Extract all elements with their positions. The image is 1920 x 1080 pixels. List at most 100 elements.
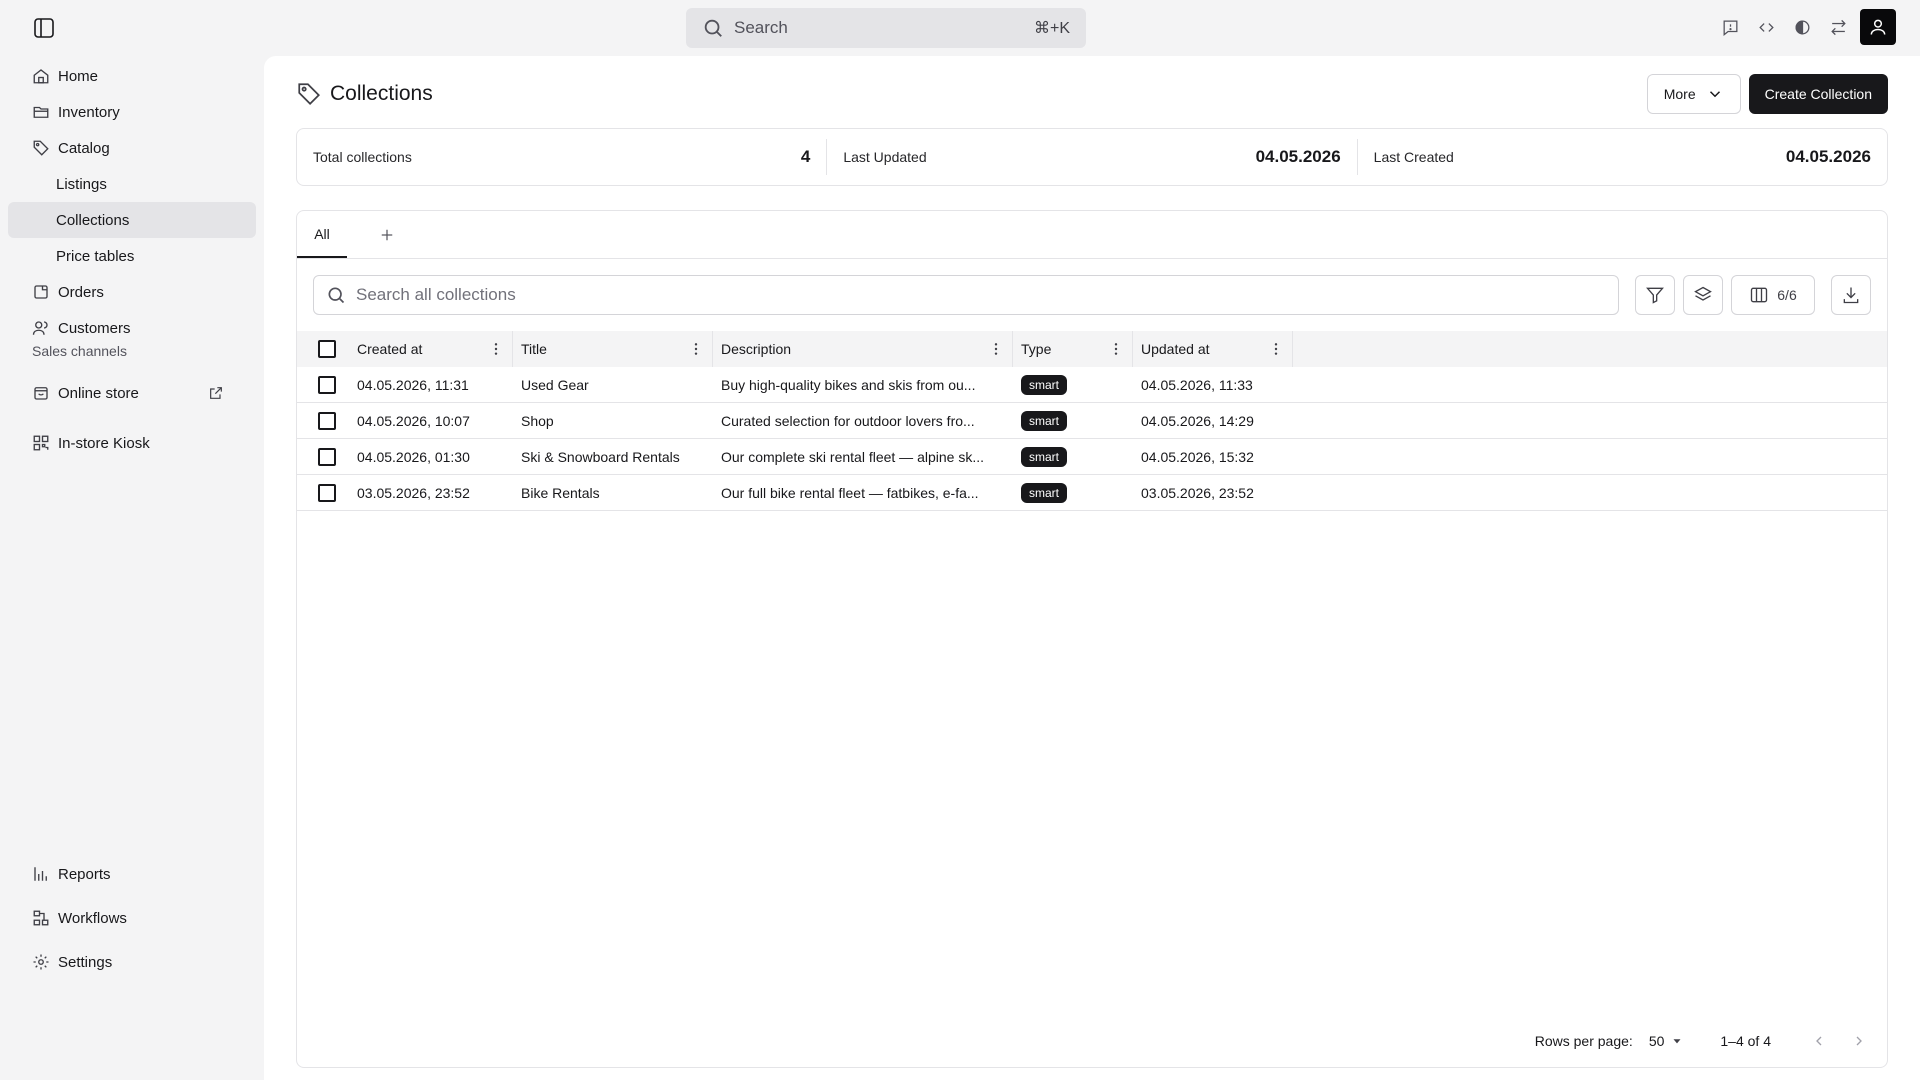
table-row[interactable]: 04.05.2026, 01:30 Ski & Snowboard Rental… xyxy=(297,439,1887,475)
select-all-checkbox[interactable] xyxy=(318,340,336,358)
sidebar-item-label: Catalog xyxy=(58,139,110,157)
stat-label: Last Updated xyxy=(843,149,927,165)
pagination: Rows per page: 50 1–4 of 4 xyxy=(1535,1029,1871,1053)
user-icon xyxy=(1870,19,1886,35)
stat-last-created: Last Created 04.05.2026 xyxy=(1358,139,1887,175)
sidebar-item-label: Reports xyxy=(58,865,111,883)
stat-total-collections: Total collections 4 xyxy=(297,139,828,175)
rows-per-page-select[interactable]: 50 xyxy=(1649,1033,1685,1049)
chevron-left-icon xyxy=(1816,1036,1822,1046)
column-header-updated-at[interactable]: Updated at xyxy=(1133,331,1293,367)
more-button[interactable]: More xyxy=(1646,74,1741,114)
sidebar-item-home[interactable]: Home xyxy=(8,58,256,94)
row-checkbox[interactable] xyxy=(318,483,336,502)
row-checkbox-cell xyxy=(297,475,353,510)
add-view-button[interactable] xyxy=(363,211,411,258)
column-header-description[interactable]: Description xyxy=(713,331,1013,367)
collections-table-card: All Search all collections 6/6 Created a… xyxy=(296,210,1888,1068)
sidebar-item-label: Customers xyxy=(58,319,131,337)
sidebar-item-listings[interactable]: Listings xyxy=(8,166,256,202)
sidebar-item-label: Inventory xyxy=(58,103,120,121)
global-search-input[interactable]: Search ⌘+K xyxy=(686,8,1086,48)
sales-channels-heading: Sales channels xyxy=(32,343,127,359)
stat-value: 04.05.2026 xyxy=(1785,147,1871,166)
sidebar-item-customers[interactable]: Customers xyxy=(8,310,256,346)
feedback-icon[interactable] xyxy=(1712,9,1748,45)
user-avatar[interactable] xyxy=(1860,9,1896,45)
gear-icon xyxy=(32,953,50,971)
column-label: Updated at xyxy=(1141,341,1210,357)
export-button[interactable] xyxy=(1831,275,1871,315)
view-tabs: All xyxy=(297,211,1887,259)
external-link-icon[interactable] xyxy=(208,385,224,401)
stat-value: 4 xyxy=(800,147,811,166)
sidebar-item-label: Home xyxy=(58,67,99,85)
row-checkbox[interactable] xyxy=(318,411,336,430)
group-button[interactable] xyxy=(1683,275,1723,315)
cell-updated-at: 03.05.2026, 23:52 xyxy=(1141,484,1254,501)
row-checkbox-cell xyxy=(297,439,353,474)
cell-updated-at: 04.05.2026, 11:33 xyxy=(1141,376,1253,393)
column-header-created-at[interactable]: Created at xyxy=(353,331,513,367)
table-row[interactable]: 03.05.2026, 23:52 Bike Rentals Our full … xyxy=(297,475,1887,511)
chevron-down-icon xyxy=(1709,91,1720,98)
stat-label: Total collections xyxy=(313,149,412,165)
tab-all[interactable]: All xyxy=(297,211,347,258)
page-header: Collections More Create Collection xyxy=(296,74,1888,114)
sidebar-item-price-tables[interactable]: Price tables xyxy=(8,238,256,274)
type-badge: smart xyxy=(1021,374,1067,395)
column-header-title[interactable]: Title xyxy=(513,331,713,367)
row-checkbox-cell xyxy=(297,367,353,402)
switch-icon[interactable] xyxy=(1820,9,1856,45)
row-checkbox[interactable] xyxy=(318,447,336,466)
sidebar-item-online-store[interactable]: Online store xyxy=(8,375,256,411)
more-vertical-icon xyxy=(1114,343,1118,355)
sidebar-item-settings[interactable]: Settings xyxy=(8,944,256,980)
description-text: Our full bike rental fleet — fatbikes, e… xyxy=(721,484,979,501)
type-badge: smart xyxy=(1021,446,1067,467)
description-text: Our complete ski rental fleet — alpine s… xyxy=(721,448,984,465)
more-vertical-icon xyxy=(694,343,698,355)
stat-last-updated: Last Updated 04.05.2026 xyxy=(827,139,1358,175)
table-header: Created at Title Description Type Update… xyxy=(297,331,1887,367)
filter-icon xyxy=(1646,287,1664,304)
search-icon xyxy=(702,17,724,39)
description-text: Curated selection for outdoor lovers fro… xyxy=(721,412,975,429)
sidebar-toggle-icon[interactable] xyxy=(32,16,56,40)
chart-icon xyxy=(32,865,50,883)
sidebar-item-reports[interactable]: Reports xyxy=(8,856,256,892)
column-header-type[interactable]: Type xyxy=(1013,331,1133,367)
previous-page-button[interactable] xyxy=(1807,1029,1831,1053)
sidebar-item-catalog[interactable]: Catalog xyxy=(8,130,256,166)
theme-icon[interactable] xyxy=(1784,9,1820,45)
table-row[interactable]: 04.05.2026, 10:07 Shop Curated selection… xyxy=(297,403,1887,439)
column-label: Created at xyxy=(357,341,423,357)
cell-updated-at: 04.05.2026, 14:29 xyxy=(1141,412,1254,429)
sidebar-item-in-store-kiosk[interactable]: In-store Kiosk xyxy=(8,425,256,461)
cell-title: Used Gear xyxy=(521,376,589,393)
cell-type: smart xyxy=(1013,475,1133,510)
filter-button[interactable] xyxy=(1635,275,1675,315)
more-vertical-icon xyxy=(494,343,498,355)
columns-button[interactable]: 6/6 xyxy=(1731,275,1815,315)
top-bar: Search ⌘+K xyxy=(0,0,1920,56)
cell-created-at: 04.05.2026, 10:07 xyxy=(357,412,470,429)
stats-bar: Total collections 4 Last Updated 04.05.2… xyxy=(296,128,1888,186)
row-checkbox[interactable] xyxy=(318,375,336,394)
sidebar-item-workflows[interactable]: Workflows xyxy=(8,900,256,936)
next-page-button[interactable] xyxy=(1847,1029,1871,1053)
sidebar-item-orders[interactable]: Orders xyxy=(8,274,256,310)
type-badge: smart xyxy=(1021,482,1067,503)
create-collection-button[interactable]: Create Collection xyxy=(1748,74,1888,114)
workflow-icon xyxy=(32,909,50,927)
table-row[interactable]: 04.05.2026, 11:31 Used Gear Buy high-qua… xyxy=(297,367,1887,403)
more-vertical-icon xyxy=(994,343,998,355)
sidebar-item-inventory[interactable]: Inventory xyxy=(8,94,256,130)
sidebar-item-label: Listings xyxy=(56,175,107,193)
code-icon[interactable] xyxy=(1748,9,1784,45)
cell-created-at: 04.05.2026, 11:31 xyxy=(357,376,469,393)
sidebar-item-collections[interactable]: Collections xyxy=(8,202,256,238)
plus-icon xyxy=(381,229,393,240)
sidebar-item-label: Online store xyxy=(58,384,139,402)
collections-search-input[interactable]: Search all collections xyxy=(313,275,1619,315)
